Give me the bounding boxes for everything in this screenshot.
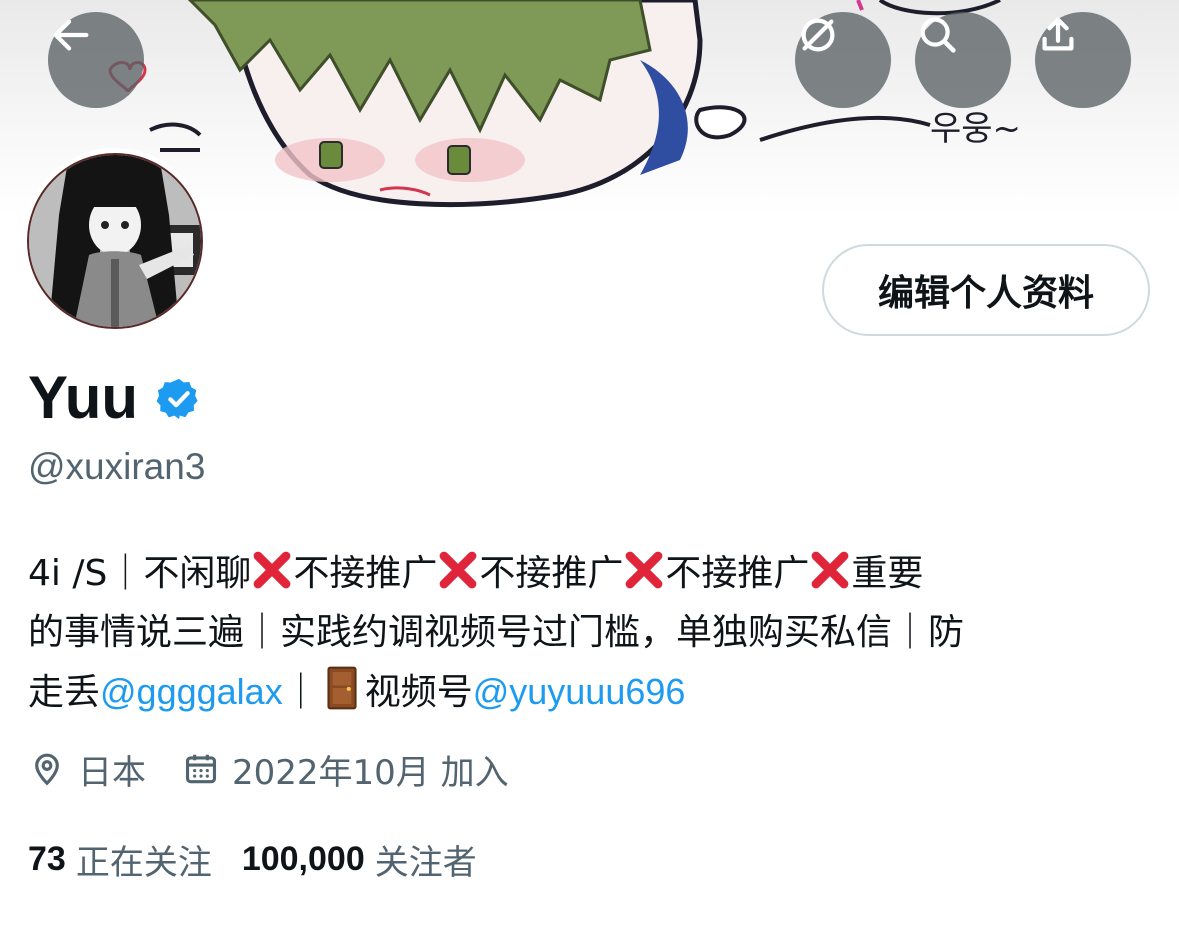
avatar-container[interactable]	[22, 148, 208, 334]
back-button[interactable]	[48, 12, 144, 108]
avatar[interactable]	[27, 153, 203, 329]
share-icon	[1042, 17, 1074, 51]
user-handle: @xuxiran3	[28, 446, 206, 487]
bio-text: 不接推广	[479, 553, 624, 594]
display-name: Yuu	[28, 363, 139, 431]
cross-mark-icon	[812, 551, 849, 589]
avatar-image	[29, 155, 201, 327]
edit-profile-button[interactable]: 编辑个人资料	[822, 244, 1150, 336]
cross-mark-icon	[439, 551, 477, 589]
following-count: 73	[28, 839, 66, 878]
location-pin-icon	[35, 753, 59, 786]
follow-stats: 73 正在关注 100,000 关注者	[28, 834, 507, 884]
location-text: 日本	[78, 752, 146, 793]
bio-text: 重要	[851, 553, 924, 594]
bio-text: 视频号	[364, 672, 473, 713]
bio-line-3: 走丢@ggggalax｜ 视频号@yuyuuu696	[28, 662, 1138, 722]
profile-meta: 日本 2022年10月 加入	[28, 743, 545, 795]
profile-bio: 4i /S｜不闲聊 不接推广 不接推广 不接推广 重要 的事情说三遍｜实践约调视频号过门…	[28, 544, 1138, 722]
share-button[interactable]	[1035, 12, 1131, 108]
following-label: 正在关注	[75, 842, 212, 883]
joined-item: 2022年10月 加入	[182, 745, 509, 794]
search-button[interactable]	[915, 12, 1011, 108]
bio-text: 不接推广	[293, 553, 438, 594]
followers-count: 100,000	[241, 839, 365, 878]
mention-link[interactable]: @ggggalax	[100, 671, 283, 712]
followers-label: 关注者	[374, 842, 477, 883]
door-icon	[327, 666, 357, 710]
cross-mark-icon	[626, 551, 663, 589]
name-row: Yuu	[28, 362, 202, 432]
bio-line-1: 4i /S｜不闲聊 不接推广 不接推广 不接推广 重要	[28, 544, 1138, 603]
bio-line-2: 的事情说三遍｜实践约调视频号过门槛，单独购买私信｜防	[28, 612, 965, 653]
hide-icon	[801, 18, 835, 52]
arrow-left-icon	[53, 19, 89, 51]
joined-date: 2022年10月 加入	[232, 752, 509, 793]
bio-text: 不接推广	[665, 553, 810, 594]
cross-mark-icon	[253, 551, 291, 589]
bio-text: 4i /S｜不闲聊	[28, 553, 252, 594]
bio-separator: ｜	[282, 672, 319, 713]
hide-button[interactable]	[795, 12, 891, 108]
calendar-icon	[185, 754, 217, 784]
verified-badge-icon[interactable]	[156, 376, 202, 422]
search-icon	[920, 17, 956, 53]
location-item: 日本	[28, 745, 146, 794]
followers-link[interactable]: 100,000 关注者	[242, 835, 477, 884]
svg-text:우웅~: 우웅~	[930, 109, 1021, 149]
mention-link[interactable]: @yuyuuu696	[473, 671, 686, 712]
bio-text: 走丢	[28, 672, 101, 713]
following-link[interactable]: 73 正在关注	[28, 835, 212, 884]
